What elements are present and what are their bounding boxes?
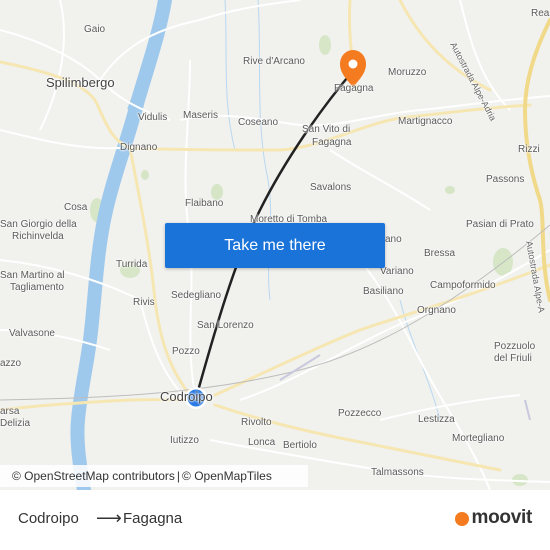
place-label: arsa: [0, 406, 20, 417]
place-label: Fagagna: [312, 137, 352, 148]
place-label: Orgnano: [417, 305, 456, 316]
place-label: Vidulis: [138, 112, 168, 123]
place-label: Pasian di Prato: [466, 219, 534, 230]
place-label: Lestizza: [418, 414, 455, 425]
place-label: Pozzuolo: [494, 341, 536, 352]
place-label: Fagagna: [334, 83, 374, 94]
place-label: Spilimbergo: [46, 75, 115, 90]
place-label: Rivolto: [241, 417, 272, 428]
moovit-logo: moovit: [454, 507, 533, 529]
place-label: Dignano: [120, 142, 158, 153]
place-label: Richinvelda: [12, 231, 64, 242]
place-label: ano: [385, 234, 402, 245]
destination-label: Fagagna: [123, 510, 183, 527]
place-label: Iutizzo: [170, 435, 199, 446]
place-label: Rivis: [133, 297, 155, 308]
osm-attribution-link[interactable]: © OpenStreetMap contributors: [12, 469, 175, 483]
moovit-logo-icon: [454, 512, 469, 526]
place-label: Maseris: [183, 110, 219, 121]
place-label: Delizia: [0, 418, 31, 429]
place-label: Moruzzo: [388, 67, 427, 78]
place-label: Cosa: [64, 202, 88, 213]
place-label: San Vito di: [302, 124, 351, 135]
moovit-wordmark: moovit: [471, 507, 533, 528]
place-label: Pozzo: [172, 346, 200, 357]
origin-label: Codroipo: [18, 510, 79, 527]
place-label: Rizzi: [518, 144, 540, 155]
place-label: Bressa: [424, 248, 456, 259]
place-label: del Friuli: [494, 353, 532, 364]
place-label: San Martino al: [0, 270, 65, 281]
place-label: San Giorgio della: [0, 219, 77, 230]
map-attribution: © OpenStreetMap contributors | © OpenMap…: [0, 465, 308, 487]
place-label: Campoformido: [430, 280, 496, 291]
openmaptiles-attribution-link[interactable]: © OpenMapTiles: [182, 469, 272, 483]
place-label: Turrida: [116, 259, 148, 270]
place-label: Lonca: [248, 437, 276, 448]
place-label: Rive d'Arcano: [243, 56, 305, 67]
map-view[interactable]: Gaio Spilimbergo Vidulis Maseris Coseano…: [0, 0, 550, 490]
place-label: San Lorenzo: [197, 320, 254, 331]
place-label: Valvasone: [9, 328, 55, 339]
place-label: Passons: [486, 174, 525, 185]
take-me-there-button[interactable]: Take me there: [165, 223, 385, 268]
attribution-separator: |: [176, 469, 181, 483]
place-label: Sedegliano: [171, 290, 222, 301]
place-label: Mortegliano: [452, 433, 505, 444]
place-label: Savalons: [310, 182, 352, 193]
place-label: azzo: [0, 358, 22, 369]
place-label: Rea: [531, 8, 550, 19]
place-label: Bertiolo: [283, 440, 317, 451]
place-label: Pozzecco: [338, 408, 382, 419]
place-label: Martignacco: [398, 116, 453, 127]
place-label-codroipo: Codroipo: [160, 389, 213, 404]
place-label: Coseano: [238, 117, 279, 128]
place-label: Talmassons: [371, 467, 424, 478]
place-label: Basiliano: [363, 286, 404, 297]
place-label: Variano: [380, 266, 414, 277]
place-label: Flaibano: [185, 198, 224, 209]
place-label: Gaio: [84, 24, 106, 35]
arrow-right-icon: ⟶: [96, 508, 122, 528]
place-label: Tagliamento: [10, 282, 64, 293]
